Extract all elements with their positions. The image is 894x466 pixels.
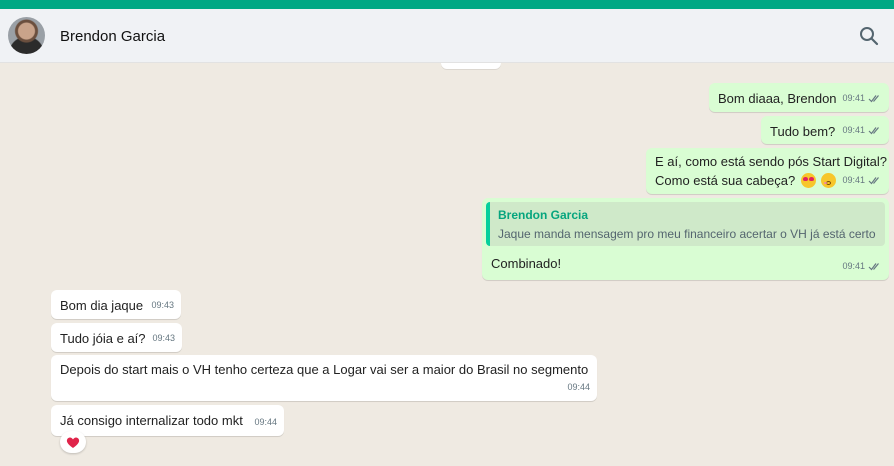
message-time: 09:41 [842, 175, 865, 185]
kissing-emoji [821, 173, 837, 188]
red-heart-emoji [66, 437, 80, 448]
outgoing-message[interactable]: E aí, como está sendo pós Start Digital?… [646, 148, 889, 194]
date-separator [441, 63, 501, 69]
message-text-line2-wrap: Como está sua cabeça? [655, 171, 837, 190]
read-ticks-icon [868, 177, 879, 185]
message-text-line2: Como está sua cabeça? [655, 173, 796, 188]
chat-header: Brendon Garcia [0, 9, 894, 63]
message-meta: 09:44 [254, 413, 277, 432]
top-accent-bar [0, 0, 894, 9]
contact-name[interactable]: Brendon Garcia [60, 28, 165, 45]
incoming-message[interactable]: Depois do start mais o VH tenho certeza … [51, 355, 597, 401]
message-time: 09:41 [842, 261, 865, 271]
message-time: 09:41 [842, 125, 865, 135]
message-meta: 09:41 [842, 89, 882, 108]
heart-eyes-emoji [800, 173, 816, 188]
message-text-line1: E aí, como está sendo pós Start Digital? [655, 154, 887, 169]
message-text: Tudo jóia e aí? [60, 331, 146, 346]
message-text: Tudo bem? [770, 124, 836, 139]
incoming-message[interactable]: Tudo jóia e aí? 09:43 [51, 323, 182, 352]
message-time: 09:43 [152, 333, 175, 343]
message-meta: 09:41 [842, 257, 882, 276]
read-ticks-icon [868, 263, 879, 271]
message-meta: 09:41 [842, 171, 882, 190]
incoming-message[interactable]: Bom dia jaque 09:43 [51, 290, 181, 319]
incoming-message[interactable]: Já consigo internalizar todo mkt 09:44 [51, 405, 284, 436]
quoted-author: Brendon Garcia [498, 208, 589, 222]
read-ticks-icon [868, 95, 879, 103]
message-text: Depois do start mais o VH tenho certeza … [60, 362, 589, 377]
message-reaction[interactable] [60, 431, 86, 453]
message-text: Bom dia jaque [60, 298, 144, 313]
message-time: 09:43 [151, 300, 174, 310]
outgoing-message[interactable]: Tudo bem? 09:41 [761, 116, 889, 144]
message-time: 09:41 [842, 93, 865, 103]
message-text: Já consigo internalizar todo mkt [60, 413, 243, 428]
message-meta: 09:43 [151, 296, 174, 315]
quoted-message[interactable]: Brendon Garcia Jaque manda mensagem pro … [486, 202, 885, 246]
message-time: 09:44 [254, 417, 277, 427]
search-icon[interactable] [858, 25, 880, 47]
message-meta: 09:43 [152, 329, 175, 348]
contact-avatar[interactable] [8, 17, 45, 54]
message-meta: 09:44 [567, 378, 590, 397]
outgoing-reply-message[interactable]: Brendon Garcia Jaque manda mensagem pro … [482, 198, 889, 280]
outgoing-message[interactable]: Bom diaaa, Brendon 09:41 [709, 83, 889, 112]
message-list[interactable]: Bom diaaa, Brendon 09:41 Tudo bem? 09:41… [0, 63, 894, 466]
message-meta: 09:41 [842, 121, 882, 140]
message-text: Bom diaaa, Brendon [718, 91, 837, 106]
message-time: 09:44 [567, 382, 590, 392]
quoted-text: Jaque manda mensagem pro meu financeiro … [498, 227, 876, 241]
read-ticks-icon [868, 127, 879, 135]
message-text: Combinado! [491, 256, 562, 271]
